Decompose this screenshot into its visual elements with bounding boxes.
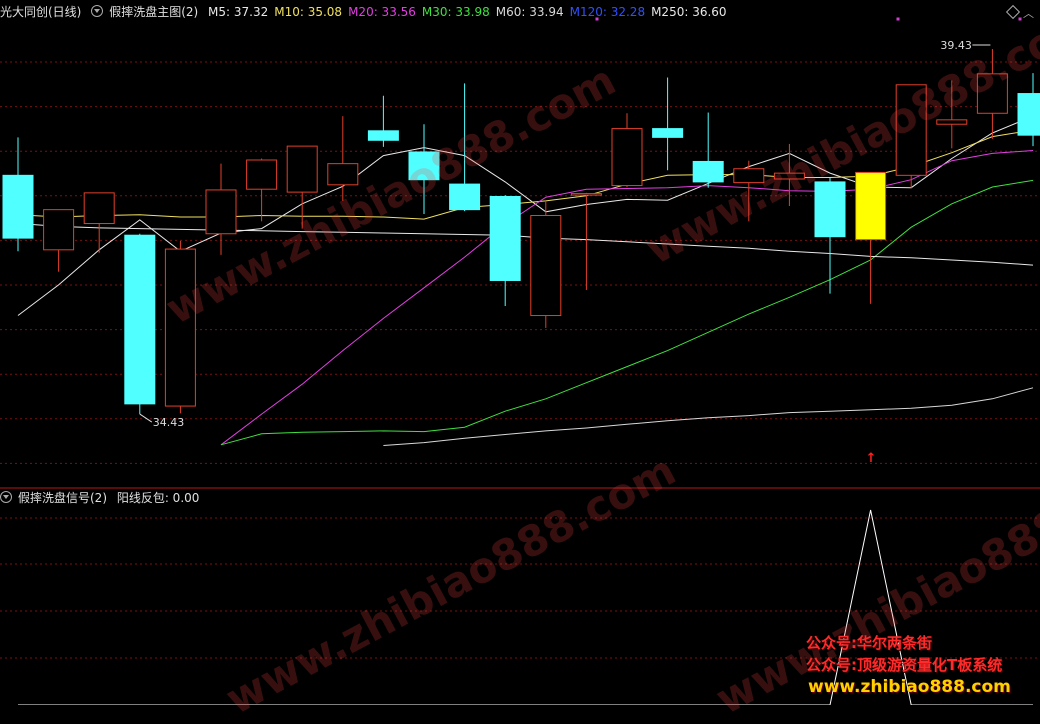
candle-body: [652, 128, 684, 138]
candle-body: [367, 130, 399, 141]
candle[interactable]: [773, 143, 805, 206]
ma-label-m20: M20: 33.56: [348, 5, 416, 19]
candle[interactable]: [895, 84, 927, 189]
candlesticks[interactable]: [2, 49, 1040, 415]
candle[interactable]: [2, 137, 34, 252]
candle-body: [570, 193, 602, 196]
indicator-toggle-icon[interactable]: [91, 5, 104, 17]
ma-label-m10: M10: 35.08: [274, 5, 343, 19]
watermark-line-1: 公众号:华尔两条街: [806, 634, 932, 652]
candle[interactable]: [408, 124, 440, 215]
candle-body: [327, 163, 359, 186]
marker-dot: [1018, 17, 1022, 21]
candle-body: [449, 183, 481, 211]
candle-body: [1017, 93, 1040, 136]
indicator-toggle-icon[interactable]: [0, 491, 12, 503]
candle-body: [286, 145, 318, 193]
candle[interactable]: [936, 80, 968, 149]
stock-name[interactable]: 光大同创(日线): [0, 5, 81, 19]
candle[interactable]: [611, 113, 643, 188]
candle[interactable]: [814, 177, 846, 294]
candle-body: [124, 234, 156, 405]
candle[interactable]: [855, 171, 887, 304]
candle[interactable]: [246, 158, 278, 222]
candle[interactable]: [367, 95, 399, 147]
candle[interactable]: [733, 160, 765, 222]
sub-indicator-name[interactable]: 假摔洗盘信号(2): [18, 491, 107, 505]
candle-body: [43, 209, 75, 251]
candle-body: [246, 159, 278, 190]
candle[interactable]: [1017, 73, 1040, 147]
stock-chart[interactable]: 39.43 34.43 ↑: [0, 0, 1040, 705]
signal-line: [18, 509, 1033, 705]
watermark-line-2: 公众号:顶级游资量化T板系统: [806, 656, 1003, 674]
candle[interactable]: [530, 200, 562, 328]
candle-body: [855, 171, 887, 241]
buy-signal-arrow-icon: ↑: [866, 451, 877, 466]
candle[interactable]: [449, 83, 481, 212]
candle-body: [773, 172, 805, 180]
candle-body: [530, 214, 562, 317]
ma-label-m30: M30: 33.98: [421, 5, 490, 19]
candle-body: [976, 73, 1008, 114]
signal-value-label: 阳线反包: 0.00: [116, 491, 200, 505]
candle-body: [164, 248, 196, 407]
candle[interactable]: [327, 116, 359, 201]
sub-chart-header: 假摔洗盘信号(2) 阳线反包: 0.00: [0, 488, 205, 508]
candle[interactable]: [43, 209, 75, 272]
annotation-leader: [139, 413, 153, 423]
candle-body: [692, 160, 724, 183]
watermark-line-3: www.zhibiao888.com: [808, 677, 1011, 697]
candle[interactable]: [124, 233, 156, 415]
ma-line-m30: [220, 179, 1034, 446]
candle-body: [733, 168, 765, 184]
candle-body: [936, 119, 968, 125]
ma-label-m5: M5: 37.32: [208, 5, 269, 19]
candle-body: [408, 151, 440, 181]
main-indicator-name[interactable]: 假摔洗盘主图(2): [109, 5, 198, 19]
candle[interactable]: [83, 192, 115, 253]
main-chart-header: 光大同创(日线) 假摔洗盘主图(2) M5: 37.32 M10: 35.08 M2…: [0, 2, 739, 22]
candle-body: [205, 189, 237, 235]
high-price-label: 39.43: [940, 39, 972, 52]
ma-label-m120: M120: 32.28: [569, 5, 646, 19]
candle-body: [814, 181, 846, 238]
candle[interactable]: [570, 192, 602, 290]
collapse-up-icon[interactable]: ︿: [1023, 5, 1034, 21]
marker-dot: [896, 17, 900, 21]
candle-body: [611, 128, 643, 187]
signal-series-line: [18, 509, 1033, 705]
ma-label-m250: M250: 36.60: [651, 5, 727, 19]
candle-body: [489, 196, 521, 281]
ma-label-m60: M60: 33.94: [495, 5, 564, 19]
candle[interactable]: [205, 163, 237, 255]
candle[interactable]: [692, 112, 724, 188]
candle[interactable]: [164, 241, 196, 414]
ma-value-labels: M5: 37.32 M10: 35.08 M20: 33.56 M30: 33.98 M…: [208, 5, 733, 19]
price-annotations: 39.43 34.43 ↑: [139, 17, 1022, 466]
ma-line-m60: [383, 387, 1034, 446]
candle-body: [895, 84, 927, 176]
candle[interactable]: [489, 195, 521, 307]
candle[interactable]: [652, 77, 684, 171]
low-price-label: 34.43: [153, 416, 185, 429]
candle-body: [83, 192, 115, 225]
candle-body: [2, 174, 34, 239]
